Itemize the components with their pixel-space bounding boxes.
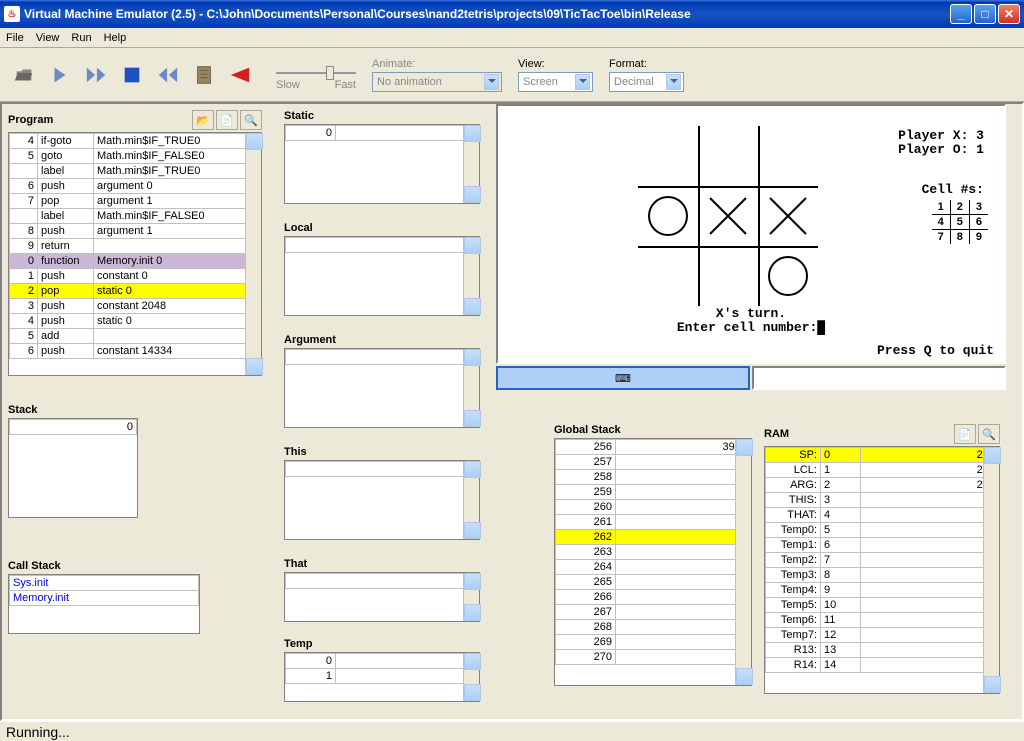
- minimize-button[interactable]: _: [950, 4, 972, 24]
- cellnums-grid: 123 456 789: [932, 200, 988, 244]
- scrollbar[interactable]: [463, 573, 479, 621]
- menu-view[interactable]: View: [36, 32, 60, 44]
- rewind-button[interactable]: [154, 61, 182, 89]
- script-button[interactable]: [190, 61, 218, 89]
- java-icon: ♨: [4, 6, 20, 22]
- cellnums-label: Cell #s:: [922, 182, 984, 197]
- scrollbar[interactable]: [463, 237, 479, 315]
- callstack-title: Call Stack: [8, 560, 61, 572]
- screen-output: Player X: 3 Player O: 1 Cell #s: 123 456…: [496, 104, 1006, 364]
- stack-title: Stack: [8, 404, 37, 416]
- titlebar: ♨ Virtual Machine Emulator (2.5) - C:\Jo…: [0, 0, 1024, 28]
- breakpoint-button[interactable]: [226, 61, 254, 89]
- step-button[interactable]: [46, 61, 74, 89]
- static-title: Static: [284, 110, 314, 122]
- format-label: Format:: [609, 58, 684, 70]
- menubar: File View Run Help: [0, 28, 1024, 48]
- scrollbar[interactable]: [983, 447, 999, 693]
- ram-table[interactable]: SP:0262LCL:1261ARG:2256THIS:30THAT:40Tem…: [764, 446, 1000, 694]
- open-button[interactable]: [10, 61, 38, 89]
- animate-label: Animate:: [372, 58, 502, 70]
- scrollbar[interactable]: [735, 439, 751, 685]
- binoculars-icon[interactable]: 🔍: [240, 110, 262, 130]
- program-table[interactable]: 4if-gotoMath.min$IF_TRUE05gotoMath.min$I…: [8, 132, 262, 376]
- scrollbar[interactable]: [463, 125, 479, 203]
- argument-title: Argument: [284, 334, 336, 346]
- globalstack-title: Global Stack: [554, 424, 621, 436]
- menu-run[interactable]: Run: [71, 32, 91, 44]
- binoculars-icon[interactable]: 🔍: [978, 424, 1000, 444]
- view-label: View:: [518, 58, 593, 70]
- new-file-icon[interactable]: 📄: [216, 110, 238, 130]
- scrollbar[interactable]: [463, 461, 479, 539]
- close-button[interactable]: ✕: [998, 4, 1020, 24]
- score-o: Player O: 1: [898, 142, 984, 157]
- format-combo[interactable]: Decimal: [609, 72, 684, 92]
- local-table[interactable]: [284, 236, 480, 316]
- scrollbar[interactable]: [245, 133, 261, 375]
- keyboard-input[interactable]: ⌨: [496, 366, 750, 390]
- animate-combo[interactable]: No animation: [372, 72, 502, 92]
- scrollbar[interactable]: [463, 349, 479, 427]
- argument-table[interactable]: [284, 348, 480, 428]
- globalstack-table[interactable]: 2563958257025802590260026102620263026402…: [554, 438, 752, 686]
- fast-forward-button[interactable]: [82, 61, 110, 89]
- window-title: Virtual Machine Emulator (2.5) - C:\John…: [24, 7, 950, 21]
- ram-title: RAM: [764, 428, 789, 440]
- scrollbar[interactable]: [463, 653, 479, 701]
- local-title: Local: [284, 222, 313, 234]
- static-table[interactable]: 00: [284, 124, 480, 204]
- workspace: Program 📂 📄 🔍 4if-gotoMath.min$IF_TRUE05…: [0, 102, 1024, 721]
- statusbar: Running...: [0, 721, 1024, 741]
- menu-file[interactable]: File: [6, 32, 24, 44]
- folder-icon[interactable]: 📂: [192, 110, 214, 130]
- program-title: Program: [8, 114, 53, 126]
- temp-table[interactable]: 00 10: [284, 652, 480, 702]
- speed-slider[interactable]: SlowFast: [276, 59, 356, 91]
- turn-text: X's turn.: [498, 306, 1004, 321]
- text-input[interactable]: [752, 366, 1006, 390]
- stack-table[interactable]: 0: [8, 418, 138, 518]
- that-title: That: [284, 558, 307, 570]
- maximize-button[interactable]: □: [974, 4, 996, 24]
- quit-text: Press Q to quit: [877, 343, 994, 358]
- score-x: Player X: 3: [898, 128, 984, 143]
- new-file-icon[interactable]: 📄: [954, 424, 976, 444]
- that-table[interactable]: [284, 572, 480, 622]
- view-combo[interactable]: Screen: [518, 72, 593, 92]
- this-title: This: [284, 446, 307, 458]
- callstack-table[interactable]: Sys.init Memory.init: [8, 574, 200, 634]
- this-table[interactable]: [284, 460, 480, 540]
- prompt-text: Enter cell number:█: [498, 320, 1004, 335]
- toolbar: SlowFast Animate: No animation View: Scr…: [0, 48, 1024, 102]
- temp-title: Temp: [284, 638, 313, 650]
- stop-button[interactable]: [118, 61, 146, 89]
- menu-help[interactable]: Help: [104, 32, 127, 44]
- status-text: Running...: [6, 724, 70, 740]
